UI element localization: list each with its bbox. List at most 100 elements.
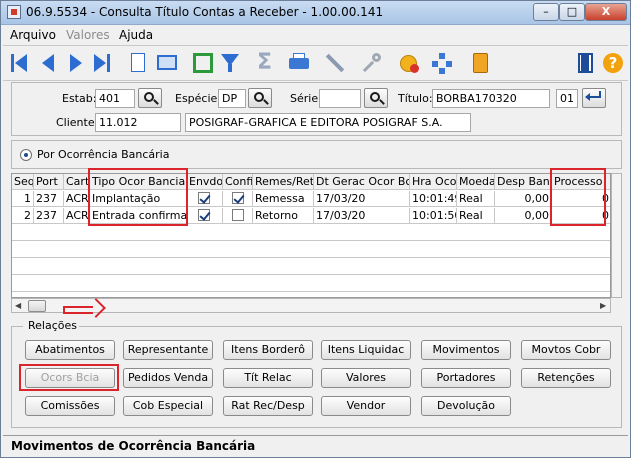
table-row-1-cart[interactable]: ACR — [64, 191, 90, 207]
table-row-1-remes[interactable]: Remessa — [253, 191, 314, 207]
app-icon — [7, 5, 21, 19]
table-row-2-dt[interactable]: 17/03/20 — [314, 208, 410, 224]
estab-label: Estab: — [62, 92, 97, 105]
view-option-panel: Por Ocorrência Bancária — [11, 140, 622, 169]
especie-search-button[interactable] — [248, 88, 272, 108]
table-vertical-scrollbar[interactable] — [611, 173, 622, 298]
minimize-button[interactable]: – — [533, 3, 559, 21]
parcela-field[interactable]: 01 — [556, 89, 578, 108]
rat-rec-desp-button[interactable]: Rat Rec/Desp — [223, 396, 313, 416]
table-row-1-confir[interactable] — [223, 191, 253, 207]
key-icon[interactable] — [360, 52, 382, 74]
serie-field[interactable] — [319, 89, 361, 108]
bracket-select-icon[interactable] — [192, 52, 214, 74]
table-row-2-port[interactable]: 237 — [34, 208, 64, 224]
last-record-icon[interactable] — [91, 52, 113, 74]
col-header-remes[interactable]: Remes/Ret — [253, 174, 314, 190]
table-row-1-hra[interactable]: 10:01:49 — [410, 191, 457, 207]
relacoes-title: Relações — [26, 319, 79, 332]
maximize-button[interactable]: □ — [559, 3, 585, 21]
previous-record-icon[interactable] — [37, 52, 59, 74]
menu-bar: Arquivo Valores Ajuda — [1, 26, 630, 44]
annotation-processo-box — [550, 168, 606, 226]
next-record-icon[interactable] — [65, 52, 87, 74]
table-row-1-dt[interactable]: 17/03/20 — [314, 191, 410, 207]
table-row-2-confir[interactable] — [223, 208, 253, 224]
confir-checkbox[interactable] — [232, 209, 244, 221]
book-icon[interactable] — [469, 52, 491, 74]
table-row-2-hra[interactable]: 10:01:50 — [410, 208, 457, 224]
exit-icon[interactable] — [575, 52, 597, 74]
representante-button[interactable]: Representante — [123, 340, 213, 360]
status-text: Movimentos de Ocorrência Bancária — [11, 439, 256, 453]
help-icon[interactable]: ? — [602, 52, 624, 74]
col-header-desp[interactable]: Desp Banc — [495, 174, 552, 190]
portadores-button[interactable]: Portadores — [421, 368, 511, 388]
org-chart-icon[interactable] — [431, 52, 453, 74]
table-row-2-seq[interactable]: 2 — [12, 208, 34, 224]
retencoes-button[interactable]: Retenções — [521, 368, 611, 388]
menu-valores[interactable]: Valores — [66, 28, 110, 42]
confirm-enter-button[interactable] — [582, 88, 606, 108]
itens-bordero-button[interactable]: Itens Borderô — [223, 340, 313, 360]
cob-especial-button[interactable]: Cob Especial — [123, 396, 213, 416]
table-row-2-cart[interactable]: ACR — [64, 208, 90, 224]
tit-relac-button[interactable]: Tít Relac — [223, 368, 313, 388]
titulo-field[interactable]: BORBA170320 — [432, 89, 550, 108]
itens-liquidac-button[interactable]: Itens Liquidac — [321, 340, 411, 360]
col-header-seq[interactable]: Seq — [12, 174, 34, 190]
status-bar: Movimentos de Ocorrência Bancária — [3, 435, 628, 456]
vendor-button[interactable]: Vendor — [321, 396, 411, 416]
new-document-icon[interactable] — [127, 52, 149, 74]
coin-icon[interactable] — [398, 52, 420, 74]
filter-icon[interactable] — [219, 52, 241, 74]
col-header-confir[interactable]: Confir — [223, 174, 253, 190]
confir-checkbox[interactable] — [232, 192, 244, 204]
table-row-2-desp[interactable]: 0,00 — [495, 208, 552, 224]
scroll-thumb[interactable] — [28, 300, 46, 312]
devolucao-button[interactable]: Devolução — [421, 396, 511, 416]
col-header-port[interactable]: Port — [34, 174, 64, 190]
valores-button[interactable]: Valores — [321, 368, 411, 388]
envdo-checkbox[interactable] — [198, 192, 210, 204]
serie-search-button[interactable] — [364, 88, 388, 108]
cliente-field[interactable]: 11.012 — [95, 113, 181, 132]
table-row-1-port[interactable]: 237 — [34, 191, 64, 207]
main-window: 06.9.5534 - Consulta Título Contas a Rec… — [0, 0, 631, 458]
pedidos-venda-button[interactable]: Pedidos Venda — [123, 368, 213, 388]
menu-arquivo[interactable]: Arquivo — [10, 28, 56, 42]
col-header-moeda[interactable]: Moeda — [457, 174, 495, 190]
especie-field[interactable]: DP — [218, 89, 246, 108]
table-row-1-moeda[interactable]: Real — [457, 191, 495, 207]
table-row-2-envdo[interactable] — [187, 208, 223, 224]
empty-row — [12, 276, 610, 292]
table-row-2-remes[interactable]: Retorno — [253, 208, 314, 224]
table-row-1-desp[interactable]: 0,00 — [495, 191, 552, 207]
scroll-right-icon[interactable]: ▶ — [600, 301, 606, 310]
col-header-dt-gerac[interactable]: Dt Gerac Ocor Bcia — [314, 174, 410, 190]
col-header-hra[interactable]: Hra Ocor — [410, 174, 457, 190]
por-ocorrencia-radio[interactable] — [20, 149, 32, 161]
estab-search-button[interactable] — [138, 88, 162, 108]
table-row-1-seq[interactable]: 1 — [12, 191, 34, 207]
menu-ajuda[interactable]: Ajuda — [119, 28, 153, 42]
envdo-checkbox[interactable] — [198, 209, 210, 221]
estab-field[interactable]: 401 — [95, 89, 135, 108]
title-bar: 06.9.5534 - Consulta Título Contas a Rec… — [1, 1, 630, 25]
col-header-cart[interactable]: Cart — [64, 174, 90, 190]
comissoes-button[interactable]: Comissões — [25, 396, 115, 416]
close-button[interactable]: X — [585, 3, 627, 21]
movtos-cobr-button[interactable]: Movtos Cobr — [521, 340, 611, 360]
cliente-nome-field: POSIGRAF-GRAFICA E EDITORA POSIGRAF S.A. — [185, 113, 471, 132]
scroll-left-icon[interactable]: ◀ — [15, 301, 21, 310]
movimentos-button[interactable]: Movimentos — [421, 340, 511, 360]
abatimentos-button[interactable]: Abatimentos — [25, 340, 115, 360]
table-row-2-moeda[interactable]: Real — [457, 208, 495, 224]
preview-icon[interactable] — [156, 52, 178, 74]
annotation-ocors-bcia-box — [19, 364, 119, 391]
especie-label: Espécie: — [175, 92, 222, 105]
printer-icon[interactable] — [288, 52, 310, 74]
table-row-1-envdo[interactable] — [187, 191, 223, 207]
col-header-envdo[interactable]: Envdo — [187, 174, 223, 190]
first-record-icon[interactable] — [9, 52, 31, 74]
